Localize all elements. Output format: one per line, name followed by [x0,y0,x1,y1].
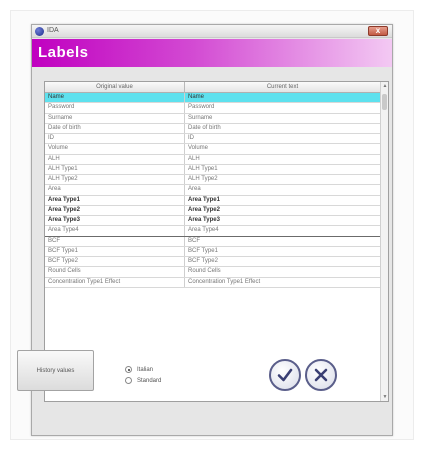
cell-original-value: ALH [45,154,185,164]
radio-option-italian[interactable]: Italian [125,364,161,375]
cell-current-text[interactable]: BCF [185,236,381,246]
table-row[interactable]: Area Area [45,185,381,196]
cell-current-text[interactable]: Area Type2 [185,205,381,215]
radio-label: Italian [137,366,154,373]
cell-current-text[interactable]: Name [185,93,381,103]
cell-current-text[interactable]: Date of birth [185,123,381,133]
table-row[interactable]: BCF Type2 BCF Type2 [45,257,381,268]
cell-current-text[interactable]: ALH [185,154,381,164]
table-row[interactable]: Volume Volume [45,144,381,155]
history-values-button[interactable]: History values [17,350,94,391]
cell-original-value: BCF [45,236,185,246]
cell-current-text[interactable]: Surname [185,113,381,123]
cell-original-value: Area Type3 [45,216,185,226]
language-radio-group: Italian Standard [125,364,161,386]
radio-option-standard[interactable]: Standard [125,375,161,386]
radio-label: Standard [137,377,162,384]
column-header-original-value[interactable]: Original value [45,82,185,93]
cell-current-text[interactable]: Area Type3 [185,216,381,226]
page-title: Labels [38,44,89,61]
app-logo-icon [35,27,44,36]
cell-original-value: BCF Type2 [45,257,185,267]
table-row[interactable]: Date of birth Date of birth [45,123,381,134]
close-button[interactable]: x [368,26,388,36]
table-row[interactable]: ALH ALH [45,154,381,165]
table-header: Original value Current text [45,82,381,93]
cell-original-value: Round Cells [45,267,185,277]
table-row[interactable]: ALH Type2 ALH Type2 [45,175,381,186]
cell-current-text[interactable]: Area Type1 [185,195,381,205]
table-row[interactable]: BCF Type1 BCF Type1 [45,246,381,257]
cell-original-value: Area Type2 [45,205,185,215]
table-row[interactable]: ID ID [45,134,381,145]
cancel-button[interactable] [305,359,337,391]
scroll-thumb[interactable] [382,94,387,110]
cell-current-text[interactable]: Password [185,103,381,113]
dialog-header: Labels [32,39,392,67]
radio-button[interactable] [125,377,132,384]
cell-original-value: Volume [45,144,185,154]
radio-button[interactable] [125,366,132,373]
ok-button[interactable] [269,359,301,391]
cell-original-value: Area [45,185,185,195]
cell-original-value: Concentration Type1 Effect [45,277,185,287]
cell-original-value: Password [45,103,185,113]
cell-original-value: ID [45,134,185,144]
column-header-current-text[interactable]: Current text [185,82,381,93]
table-row[interactable]: Name Name [45,93,381,104]
table-row[interactable]: BCF BCF [45,236,381,247]
cell-current-text[interactable]: Area Type4 [185,226,381,236]
cell-current-text[interactable]: BCF Type2 [185,257,381,267]
table-row[interactable]: Password Password [45,103,381,114]
table-row[interactable]: Area Type1 Area Type1 [45,195,381,206]
cell-original-value: Area Type1 [45,195,185,205]
table-row[interactable]: ALH Type1 ALH Type1 [45,164,381,175]
cell-original-value: BCF Type1 [45,246,185,256]
cell-current-text[interactable]: ALH Type1 [185,164,381,174]
table-row[interactable]: Area Type3 Area Type3 [45,216,381,227]
cell-original-value: ALH Type1 [45,164,185,174]
cell-current-text[interactable]: Volume [185,144,381,154]
cell-current-text[interactable]: ID [185,134,381,144]
scroll-down-icon[interactable]: ▼ [382,393,388,401]
table-row[interactable]: Area Type2 Area Type2 [45,205,381,216]
table-row[interactable]: Concentration Type1 Effect Concentration … [45,277,381,288]
cell-current-text[interactable]: ALH Type2 [185,175,381,185]
cell-original-value: ALH Type2 [45,175,185,185]
scroll-up-icon[interactable]: ▲ [382,82,388,90]
window-title: IDA [47,27,59,34]
cell-original-value: Surname [45,113,185,123]
table-row[interactable]: Round Cells Round Cells [45,267,381,278]
title-bar: IDA x [32,25,392,38]
cell-current-text[interactable]: Round Cells [185,267,381,277]
vertical-scrollbar[interactable]: ▲ ▼ [380,82,388,401]
cell-original-value: Area Type4 [45,226,185,236]
cell-current-text[interactable]: BCF Type1 [185,246,381,256]
checkmark-icon [277,368,293,382]
cell-original-value: Date of birth [45,123,185,133]
labels-table: Original value Current text Name Name Pass… [44,81,389,402]
table-row[interactable]: Area Type4 Area Type4 [45,226,381,237]
cell-current-text[interactable]: Concentration Type1 Effect [185,277,381,287]
cell-current-text[interactable]: Area [185,185,381,195]
x-circle-icon [314,368,328,382]
cell-original-value: Name [45,93,185,103]
table-body: Name Name Password Password Surname Surname Da… [45,93,381,288]
table-row[interactable]: Surname Surname [45,113,381,124]
